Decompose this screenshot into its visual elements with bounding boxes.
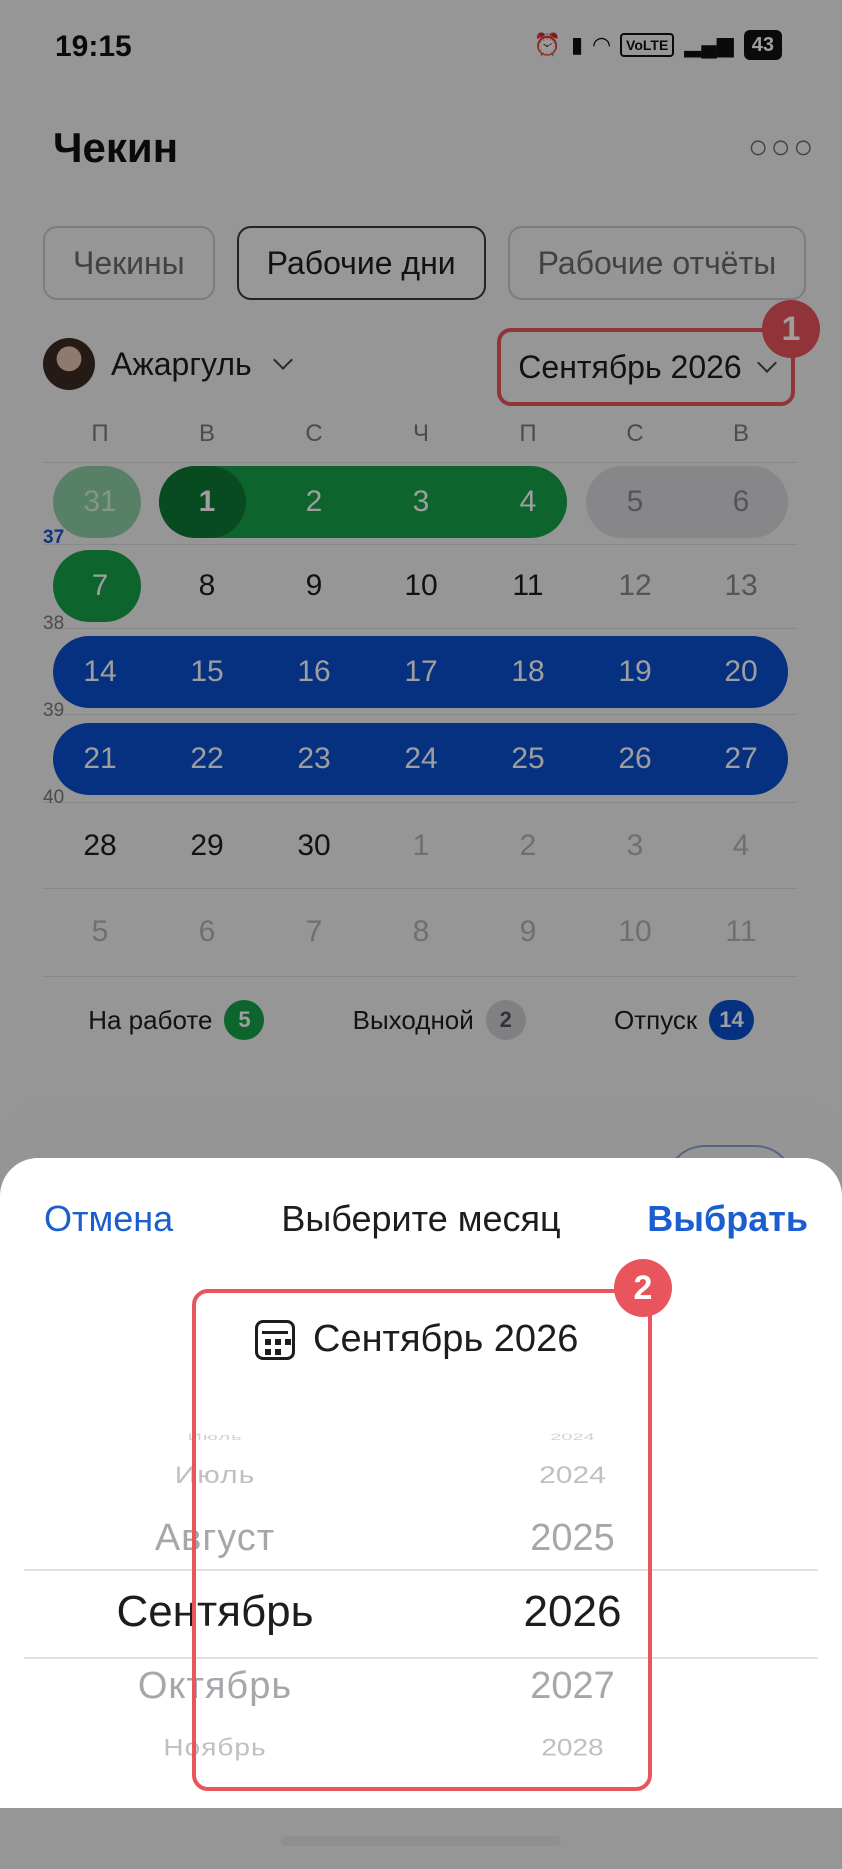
picker-current-label: Сентябрь 2026 xyxy=(313,1318,579,1360)
callout-badge-2: 2 xyxy=(614,1259,672,1317)
choose-button[interactable]: Выбрать xyxy=(647,1198,808,1240)
picker-highlight-frame xyxy=(192,1289,652,1791)
cancel-button[interactable]: Отмена xyxy=(44,1198,173,1240)
home-indicator[interactable] xyxy=(281,1836,561,1846)
calendar-icon xyxy=(255,1319,295,1360)
picker-current-value: Сентябрь 2026 xyxy=(255,1318,578,1361)
